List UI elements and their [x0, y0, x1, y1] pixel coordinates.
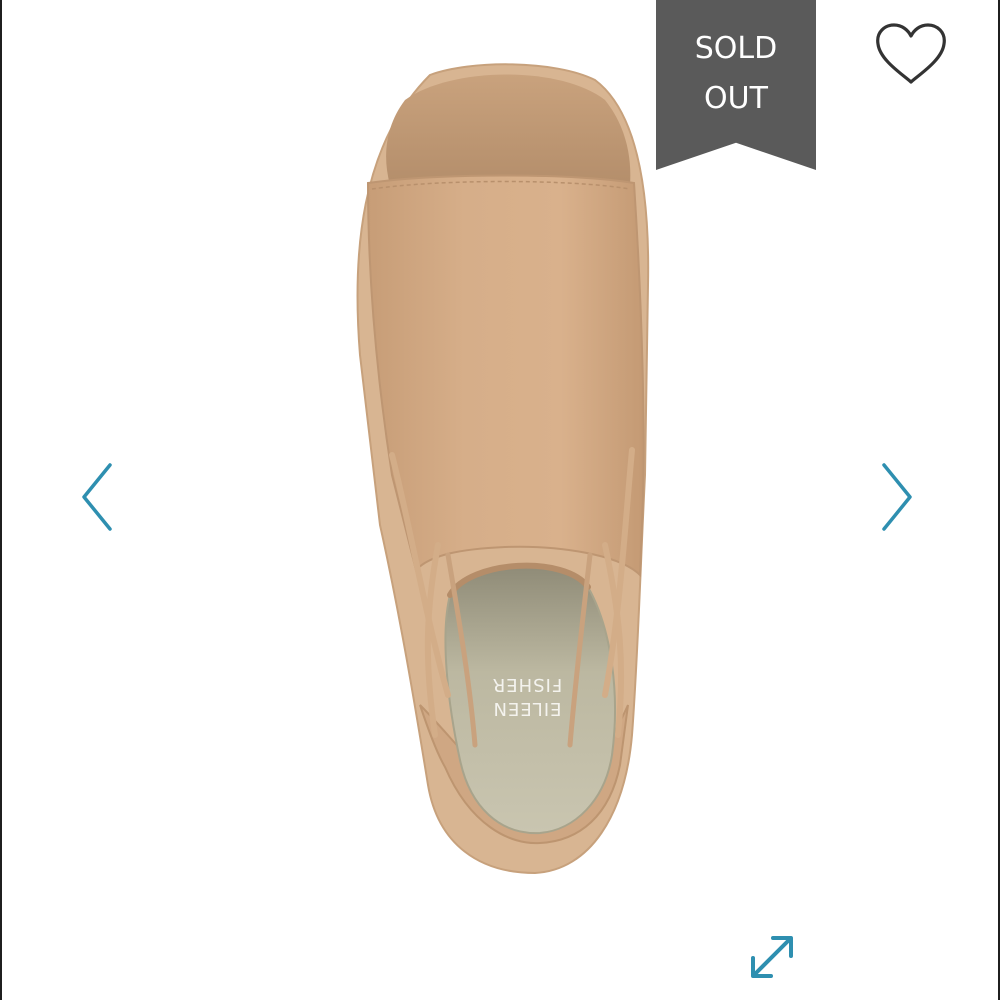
- expand-arrows-icon: [751, 936, 793, 978]
- sold-out-badge: SOLD OUT: [656, 0, 816, 170]
- heart-outline-icon: [876, 23, 946, 84]
- chevron-left-icon: [82, 463, 112, 531]
- product-image-viewer: EILEEN FISHER SOLD OUT: [0, 0, 1000, 1000]
- chevron-right-icon: [882, 463, 912, 531]
- previous-image-button[interactable]: [74, 457, 118, 537]
- favorite-button[interactable]: [872, 22, 950, 88]
- next-image-button[interactable]: [876, 457, 920, 537]
- zoom-image-button[interactable]: [745, 930, 799, 984]
- product-photo: EILEEN FISHER: [320, 55, 680, 880]
- frame-left-edge: [0, 0, 2, 1000]
- sold-out-badge-line2: OUT: [704, 81, 768, 116]
- brand-print-line2: FISHER: [492, 674, 563, 695]
- brand-print-line1: EILEEN: [493, 698, 562, 719]
- sold-out-badge-line1: SOLD: [694, 31, 778, 66]
